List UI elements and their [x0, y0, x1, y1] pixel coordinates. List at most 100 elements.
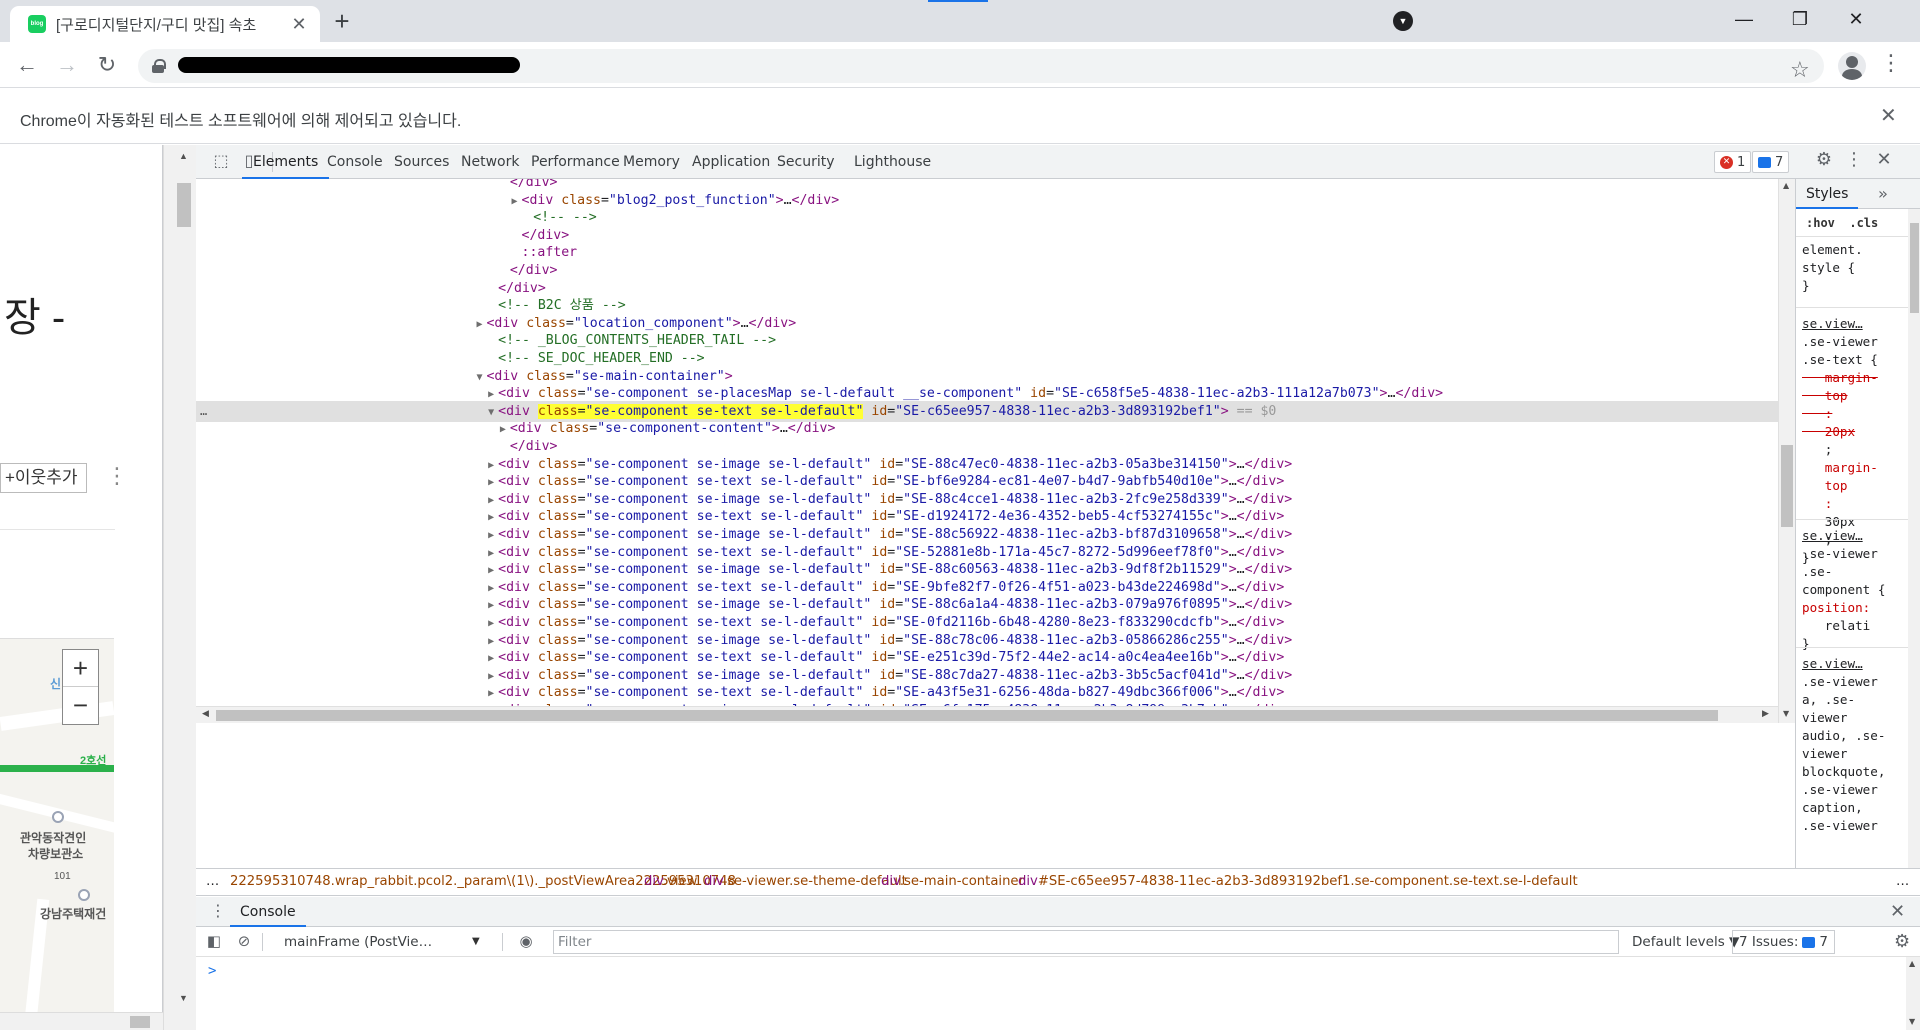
- style-rule[interactable]: element. style {}: [1802, 241, 1902, 295]
- style-line: a, .se-: [1802, 692, 1856, 707]
- styles-filter-toggles[interactable]: :hov .cls: [1796, 209, 1908, 237]
- context-selector[interactable]: mainFrame (PostVie… ▼: [276, 931, 486, 953]
- scroll-down-arrow-icon[interactable]: ▼: [179, 993, 188, 1003]
- new-tab-button[interactable]: +: [324, 6, 360, 36]
- close-tab-icon[interactable]: ✕: [288, 14, 310, 35]
- minimize-icon[interactable]: —: [1716, 0, 1772, 38]
- console-settings-gear-icon[interactable]: ⚙: [1894, 931, 1910, 952]
- profile-avatar-icon[interactable]: [1838, 52, 1866, 80]
- tab-memory[interactable]: Memory: [612, 145, 691, 179]
- elements-horizontal-scrollbar[interactable]: ◀ ▶: [196, 706, 1778, 723]
- node-markup: <div class="se-component se-text se-l-de…: [498, 403, 1277, 419]
- node-markup: <div class="se-component se-text se-l-de…: [498, 579, 1285, 595]
- live-expression-eye-icon[interactable]: ◉: [516, 932, 536, 952]
- scroll-down-arrow-icon[interactable]: ▼: [1909, 1017, 1915, 1026]
- scroll-thumb[interactable]: [216, 710, 1718, 721]
- sidebar-toggle-icon[interactable]: ◧: [204, 932, 224, 952]
- settings-gear-icon[interactable]: ⚙: [1812, 149, 1836, 170]
- node-markup: <div class="se-component se-text se-l-de…: [498, 615, 1285, 630]
- node-markup: </div>: [498, 280, 546, 296]
- reload-icon[interactable]: ↻: [92, 50, 122, 80]
- breadcrumb-item[interactable]: div#SE-c65ee957-4838-11ec-a2b3-3d893192b…: [1018, 869, 1578, 895]
- style-line: }: [1802, 278, 1810, 293]
- style-rule[interactable]: se.view… .se-viewer .se-component {positio…: [1802, 527, 1902, 653]
- scroll-right-arrow-icon[interactable]: ▶: [1762, 709, 1769, 719]
- close-window-icon[interactable]: ✕: [1828, 0, 1884, 38]
- inspect-element-icon[interactable]: ⬚: [210, 151, 232, 173]
- address-bar[interactable]: ☆: [138, 49, 1824, 83]
- close-devtools-icon[interactable]: ✕: [1872, 149, 1896, 170]
- style-rule[interactable]: se.view… .se-viewer a, .se-viewer audio, .s…: [1802, 655, 1902, 835]
- divider: [0, 529, 115, 530]
- log-levels-dropdown[interactable]: Default levels ▼: [1632, 931, 1739, 953]
- zoom-in-button[interactable]: +: [63, 650, 98, 687]
- close-drawer-icon[interactable]: ✕: [1890, 901, 1905, 922]
- infobar-message: Chrome이 자동화된 테스트 소프트웨어에 의해 제어되고 있습니다.: [20, 113, 462, 130]
- browser-tab[interactable]: blog [구로디지털단지/구디 맛집] 속초 ✕: [10, 6, 320, 42]
- console-filter-input[interactable]: Filter: [553, 930, 1619, 954]
- issues-counter-button[interactable]: 7 Issues: 7: [1732, 930, 1835, 954]
- map-widget[interactable]: 신 2호선 관악동작견인 차량보관소 101 강남주택재건 + −: [0, 638, 114, 1030]
- browser-menu-icon[interactable]: ⋮: [1880, 50, 1902, 76]
- style-line: .se-viewer: [1802, 546, 1878, 561]
- zoom-out-button[interactable]: −: [63, 687, 98, 724]
- tab-lighthouse[interactable]: Lighthouse: [843, 145, 942, 179]
- tab-styles[interactable]: Styles: [1796, 179, 1859, 209]
- divider: [502, 933, 503, 951]
- drawer-menu-icon[interactable]: ⋮: [210, 901, 226, 920]
- style-line: .se-viewer: [1802, 674, 1878, 689]
- tab-console[interactable]: Console: [316, 145, 394, 179]
- bookmark-star-icon[interactable]: ☆: [1790, 57, 1810, 83]
- style-line: top: [1802, 388, 1848, 403]
- errors-badge[interactable]: ✕ 1: [1714, 151, 1752, 173]
- style-line: audio, .se-: [1802, 728, 1886, 743]
- scroll-thumb[interactable]: [130, 1016, 150, 1028]
- poi-marker-icon: [78, 889, 90, 901]
- back-arrow-icon[interactable]: ←: [12, 50, 42, 80]
- styles-scrollbar[interactable]: [1908, 209, 1920, 869]
- scroll-thumb[interactable]: [177, 183, 191, 227]
- style-line: component {: [1802, 582, 1886, 597]
- console-prompt[interactable]: >: [208, 963, 216, 979]
- scroll-thumb[interactable]: [1781, 445, 1793, 527]
- console-drawer-header: ⋮ Console ✕: [196, 897, 1920, 927]
- more-options-icon[interactable]: ⋮: [106, 463, 128, 489]
- tab-console-drawer[interactable]: Console: [230, 897, 306, 927]
- scroll-down-arrow-icon[interactable]: ▼: [1783, 709, 1789, 718]
- elements-tree[interactable]: </div> ▶ <div class="blog2_post_function">…: [196, 179, 1778, 723]
- console-scrollbar[interactable]: ▲ ▼: [1906, 957, 1920, 1030]
- scroll-left-arrow-icon[interactable]: ◀: [202, 709, 209, 719]
- node-markup: <div class="location_component">…</div>: [486, 315, 797, 331]
- more-tabs-chevron-icon[interactable]: »: [1878, 184, 1888, 203]
- page-horizontal-scrollbar[interactable]: [0, 1012, 163, 1030]
- tab-network[interactable]: Network: [450, 145, 530, 179]
- forward-arrow-icon[interactable]: →: [52, 50, 82, 80]
- breadcrumb-item[interactable]: div.view: [644, 869, 697, 895]
- devtools-menu-icon[interactable]: ⋮: [1842, 149, 1866, 170]
- node-markup: </div>: [509, 179, 558, 190]
- tab-security[interactable]: Security: [766, 145, 846, 179]
- style-line: .se-viewer: [1802, 334, 1878, 349]
- blog-favicon-icon: blog: [28, 15, 46, 33]
- scroll-thumb[interactable]: [1910, 223, 1919, 313]
- tab-search-icon[interactable]: ▼: [1393, 11, 1413, 31]
- restore-icon[interactable]: ❐: [1772, 0, 1828, 38]
- infobar-close-icon[interactable]: ✕: [1880, 103, 1897, 128]
- scroll-up-arrow-icon[interactable]: ▲: [1909, 959, 1915, 968]
- elements-vertical-scrollbar[interactable]: ▲ ▼: [1778, 179, 1795, 723]
- clear-console-icon[interactable]: ⊘: [234, 932, 254, 952]
- tab-sources[interactable]: Sources: [383, 145, 460, 179]
- page-vertical-scrollbar[interactable]: ▲ ▼: [163, 145, 196, 1030]
- style-line: element.: [1802, 242, 1863, 257]
- devtools-tabbar: ⬚ ▯ Elements Console Sources Network Perform…: [196, 145, 1920, 179]
- console-output[interactable]: >: [196, 957, 1906, 1030]
- breadcrumb-scroll-left[interactable]: …: [206, 869, 219, 895]
- scroll-up-arrow-icon[interactable]: ▲: [179, 151, 188, 161]
- breadcrumb-item[interactable]: div.se-viewer.se-theme-default: [704, 869, 907, 895]
- divider: [1796, 307, 1908, 308]
- breadcrumb-scroll-right[interactable]: …: [1896, 869, 1909, 895]
- breadcrumb-item[interactable]: div.se-main-container: [881, 869, 1024, 895]
- scroll-up-arrow-icon[interactable]: ▲: [1783, 181, 1789, 190]
- issues-badge[interactable]: 7: [1752, 151, 1790, 173]
- add-neighbor-button[interactable]: +이웃추가: [0, 463, 87, 493]
